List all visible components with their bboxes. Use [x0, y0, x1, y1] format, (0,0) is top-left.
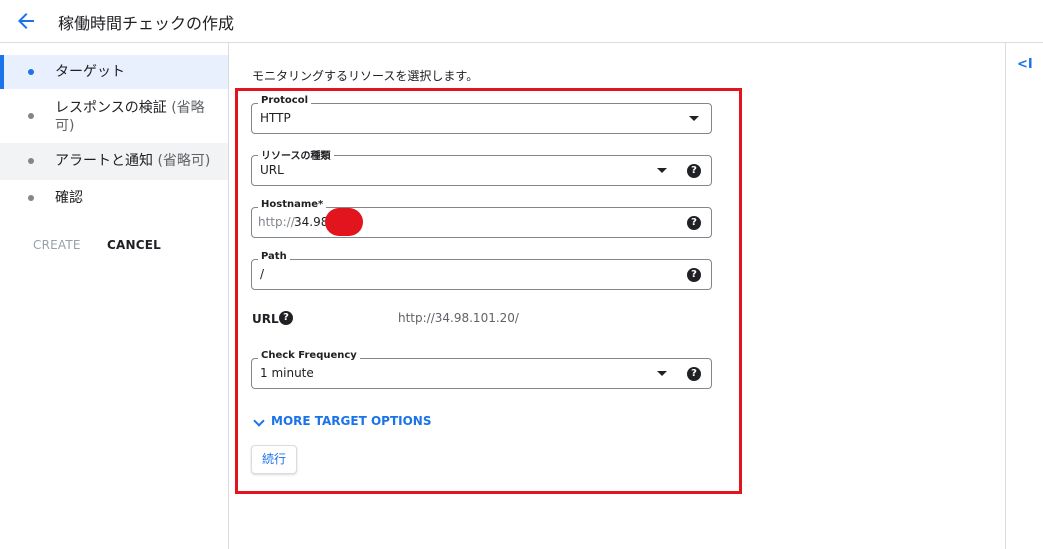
- hostname-prefix: http://: [258, 215, 295, 229]
- step-review[interactable]: 確認: [0, 183, 228, 213]
- field-label: Path: [258, 251, 290, 262]
- resource-type-select[interactable]: リソースの種類 URL ?: [251, 147, 712, 186]
- active-step-indicator: [0, 55, 4, 89]
- top-bar: 稼働時間チェックの作成: [0, 0, 1043, 43]
- help-icon[interactable]: ?: [279, 311, 293, 325]
- collapse-panel-icon[interactable]: <I: [1017, 57, 1033, 72]
- step-label: アラートと通知: [55, 153, 153, 169]
- step-dot-icon: [28, 158, 34, 164]
- dropdown-caret-icon: [657, 168, 667, 173]
- step-alerts-notifications[interactable]: アラートと通知 (省略可): [0, 143, 228, 180]
- cancel-button[interactable]: CANCEL: [107, 238, 161, 252]
- url-label: URL: [252, 312, 279, 326]
- more-target-options-button[interactable]: MORE TARGET OPTIONS: [252, 414, 431, 428]
- field-value: 1 minute: [260, 366, 314, 380]
- step-optional-label: 可): [55, 118, 75, 134]
- redaction-mark: [325, 208, 363, 236]
- url-value: http://34.98.101.20/: [398, 311, 519, 325]
- help-icon[interactable]: ?: [687, 367, 701, 381]
- page-title: 稼働時間チェックの作成: [58, 14, 235, 33]
- step-optional-label: (省略: [171, 100, 205, 116]
- continue-button[interactable]: 続行: [251, 445, 297, 474]
- dropdown-caret-icon: [657, 371, 667, 376]
- right-panel: [1005, 43, 1043, 549]
- step-label: 確認: [55, 190, 83, 206]
- hostname-input[interactable]: Hostname* http:// 34.98. ?: [251, 199, 712, 238]
- step-label: レスポンスの検証: [55, 100, 167, 116]
- step-label: ターゲット: [55, 64, 125, 80]
- dropdown-caret-icon: [689, 116, 699, 121]
- step-optional-label: (省略可): [157, 153, 211, 169]
- field-value: /: [260, 267, 265, 281]
- field-label: Protocol: [258, 95, 312, 106]
- step-dot-icon: [28, 113, 34, 119]
- path-input[interactable]: Path / ?: [251, 251, 712, 290]
- protocol-select[interactable]: Protocol HTTP: [251, 95, 712, 134]
- more-options-label: MORE TARGET OPTIONS: [271, 414, 432, 428]
- help-icon[interactable]: ?: [687, 164, 701, 178]
- stepper-sidebar: ターゲット レスポンスの検証 (省略 可) アラートと通知 (省略可) 確認 C…: [0, 43, 229, 549]
- step-dot-icon: [28, 69, 34, 75]
- step-target[interactable]: ターゲット: [0, 55, 228, 89]
- field-value: URL: [260, 163, 284, 177]
- field-label: Check Frequency: [258, 350, 360, 361]
- create-button[interactable]: CREATE: [33, 238, 81, 252]
- field-label: Hostname*: [258, 199, 327, 210]
- field-label: リソースの種類: [258, 147, 334, 162]
- intro-text: モニタリングするリソースを選択します。: [252, 69, 479, 83]
- field-value: HTTP: [260, 111, 291, 125]
- step-dot-icon: [28, 195, 34, 201]
- help-icon[interactable]: ?: [687, 216, 701, 230]
- check-frequency-select[interactable]: Check Frequency 1 minute ?: [251, 350, 712, 389]
- arrow-left-icon[interactable]: [14, 9, 38, 33]
- chevron-down-icon: [253, 414, 265, 427]
- step-response-validation[interactable]: レスポンスの検証 (省略 可): [0, 95, 228, 139]
- help-icon[interactable]: ?: [687, 268, 701, 282]
